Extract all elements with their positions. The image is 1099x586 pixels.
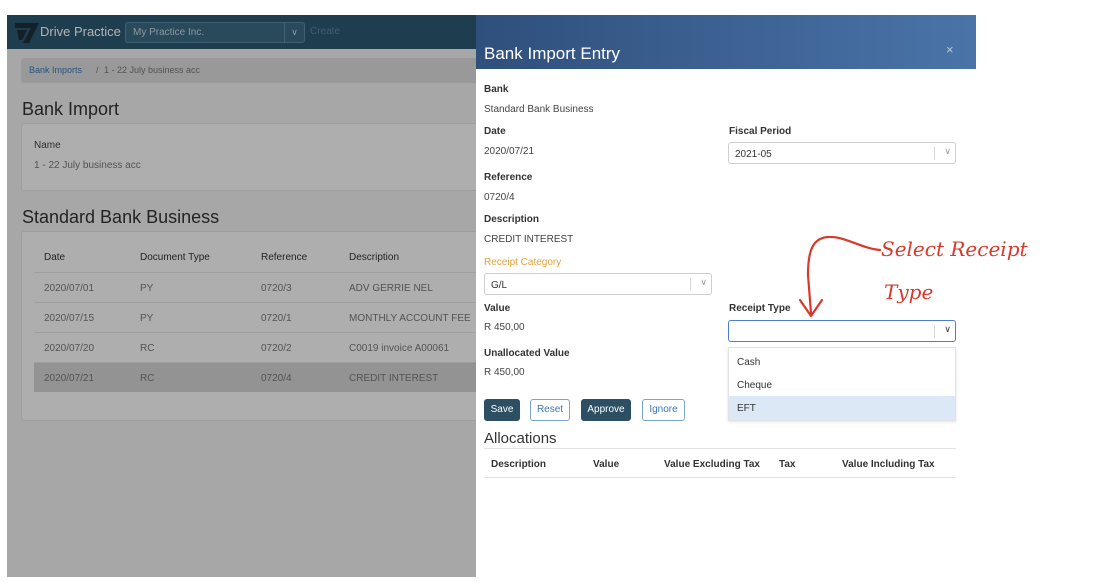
approve-button[interactable]: Approve <box>581 399 631 421</box>
modal-header: Bank Import Entry × <box>476 15 976 69</box>
annotation-text-line1: Select Receipt <box>881 237 1028 261</box>
column-header: Value <box>593 459 620 470</box>
select-divider <box>934 147 935 160</box>
option-label: Cash <box>737 357 761 368</box>
chevron-down-icon: ∨ <box>944 324 951 334</box>
save-button[interactable]: Save <box>484 399 520 421</box>
allocations-title: Allocations <box>484 430 557 447</box>
description-value: CREDIT INTEREST <box>484 234 574 245</box>
receipt-type-option-eft[interactable]: EFT <box>729 396 955 420</box>
description-label: Description <box>484 214 540 225</box>
receipt-category-label: Receipt Category <box>484 257 562 268</box>
option-label: Cheque <box>737 380 773 391</box>
reference-label: Reference <box>484 172 533 183</box>
receipt-type-option-cheque[interactable]: Cheque <box>729 373 955 397</box>
column-header: Value Excluding Tax <box>664 459 760 470</box>
fiscal-period-select[interactable]: 2021-05 ∨ <box>728 142 956 164</box>
column-header: Tax <box>779 459 796 470</box>
select-divider <box>934 325 935 338</box>
fiscal-period-label: Fiscal Period <box>729 126 792 137</box>
value-value: R 450,00 <box>484 322 525 333</box>
allocations-table-header: Description Value Value Excluding Tax Ta… <box>484 448 956 478</box>
bank-value: Standard Bank Business <box>484 104 594 115</box>
column-header: Value Including Tax <box>842 459 935 470</box>
unallocated-value: R 450,00 <box>484 367 525 378</box>
chevron-down-icon: ∨ <box>700 277 707 287</box>
close-icon[interactable]: × <box>946 42 954 57</box>
date-label: Date <box>484 126 506 137</box>
column-header: Description <box>491 459 547 470</box>
receipt-category-select[interactable]: G/L ∨ <box>484 273 712 295</box>
reference-value: 0720/4 <box>484 192 515 203</box>
reset-button[interactable]: Reset <box>530 399 570 421</box>
ignore-button[interactable]: Ignore <box>642 399 685 421</box>
receipt-category-value: G/L <box>491 280 508 291</box>
fiscal-period-value: 2021-05 <box>735 149 772 160</box>
annotation-text-line2: Type <box>884 280 934 304</box>
receipt-type-label: Receipt Type <box>729 303 791 314</box>
option-label: EFT <box>737 403 756 414</box>
receipt-type-dropdown: Cash Cheque EFT <box>728 347 956 421</box>
receipt-type-select[interactable]: ∨ <box>728 320 956 342</box>
chevron-down-icon: ∨ <box>944 146 951 156</box>
value-label: Value <box>484 303 511 314</box>
modal-title: Bank Import Entry <box>484 44 621 63</box>
date-value: 2020/07/21 <box>484 146 535 157</box>
select-divider <box>690 278 691 291</box>
receipt-type-option-cash[interactable]: Cash <box>729 350 955 374</box>
bank-label: Bank <box>484 84 509 95</box>
unallocated-value-label: Unallocated Value <box>484 348 570 359</box>
